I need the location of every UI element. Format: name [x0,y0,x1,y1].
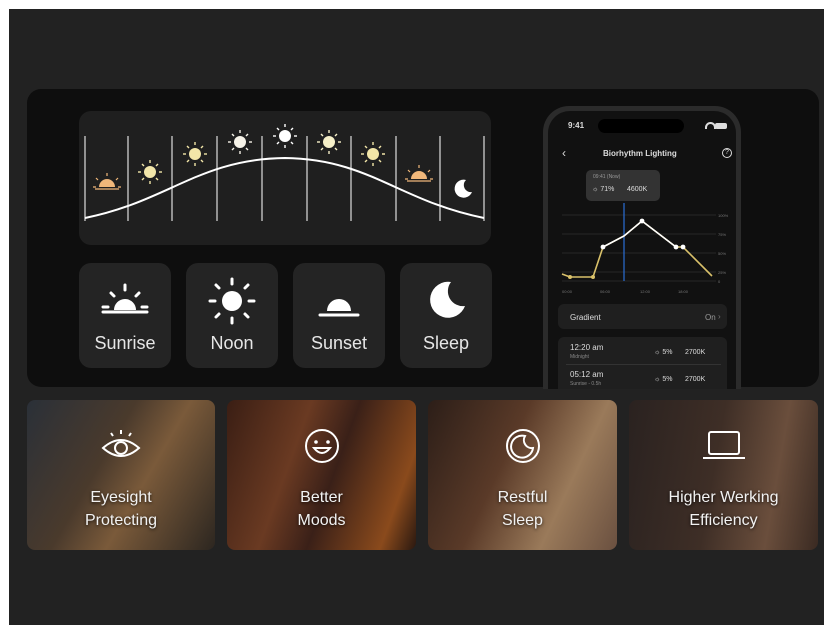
ytick: 50% [718,251,726,256]
tooltip-brightness: ☼ 71% [592,186,615,193]
moon-icon [400,277,492,325]
mode-noon-button[interactable]: Noon [186,263,278,368]
feature-title: Restful Sleep [497,489,548,529]
laptop-icon [629,426,818,466]
feature-card-efficiency: Higher Werking Efficiency [629,400,818,550]
eye-icon [27,426,215,466]
schedule-time[interactable]: 12:20 am [570,343,603,352]
gradient-value: On [705,313,716,322]
ytick: 75% [718,232,726,237]
sun-positions [93,124,472,198]
xtick: 06:00 [600,289,611,294]
back-icon[interactable]: ‹ [562,146,566,160]
status-time: 9:41 [568,121,585,130]
gradient-label: Gradient [570,313,601,322]
brightness-chart: 100% 75% 50% 25% 0 00:00 06:00 12:00 18:… [561,203,729,294]
smiley-icon [227,426,416,466]
sun-icon [186,277,278,325]
battery-icon [715,123,727,129]
mode-sleep-button[interactable]: Sleep [400,263,492,368]
sunrise-icon [79,277,171,325]
phone-screen: 9:41 ‹ Biorhythm Lighting ? 09:41 (Now) … [548,111,736,389]
dynamic-island [598,119,684,133]
feature-title: Eyesight Protecting [84,489,158,529]
feature-card-eyesight: Eyesight Protecting [27,400,215,550]
phone-mockup: 9:41 ‹ Biorhythm Lighting ? 09:41 (Now) … [543,106,741,389]
schedule-brightness: ☼ 5% [654,349,673,356]
tooltip-time: 09:41 (Now) [593,174,621,180]
mode-label: Sunrise [94,333,156,353]
row-divider [566,364,721,365]
schedule-sub: Sunrise - 0.5h [570,381,602,387]
sunset-icon [293,277,385,325]
schedule-time[interactable]: 05:12 am [570,370,603,379]
phone-title: Biorhythm Lighting [603,149,677,158]
mode-label: Sunset [310,333,368,353]
schedule-temperature: 2700K [685,349,706,356]
xtick: 12:00 [640,289,651,294]
mode-label: Sleep [422,333,470,353]
feature-card-sleep: Restful Sleep [428,400,617,550]
daylight-curve [84,124,485,221]
ytick: 0 [718,279,721,284]
schedule-brightness: ☼ 5% [654,376,673,383]
feature-title: Better Moods [297,489,346,529]
tooltip-temperature: 4600K [627,186,648,193]
xtick: 18:00 [678,289,689,294]
xtick: 00:00 [562,289,573,294]
mode-sunset-button[interactable]: Sunset [293,263,385,368]
ytick: 100% [718,213,729,218]
daylight-curve-card [79,111,491,245]
mode-label: Noon [210,333,254,353]
schedule-sub: Midnight [570,354,589,360]
chevron-right-icon: › [718,312,721,321]
feature-card-moods: Better Moods [227,400,416,550]
mode-sunrise-button[interactable]: Sunrise [79,263,171,368]
schedule-temperature: 2700K [685,376,706,383]
feature-title: Higher Werking Efficiency [668,489,779,529]
help-icon[interactable]: ? [722,148,732,158]
ytick: 25% [718,270,726,275]
moon-icon [428,426,617,466]
